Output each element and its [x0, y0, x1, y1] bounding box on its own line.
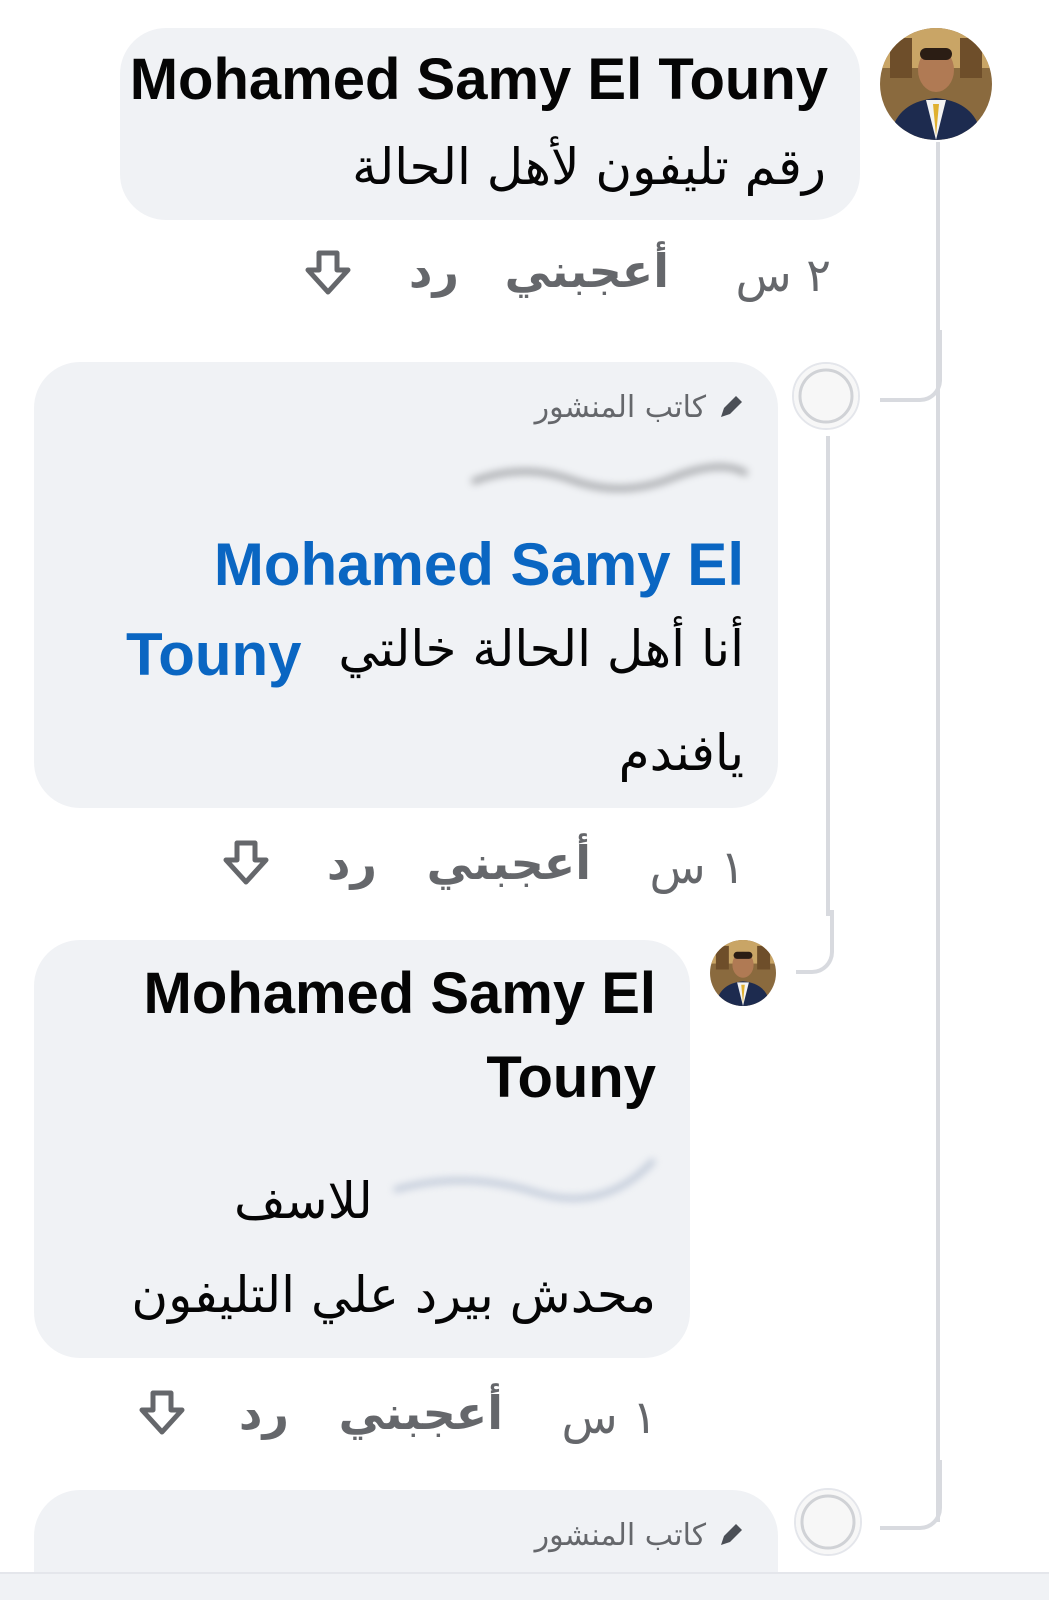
avatar[interactable]	[710, 940, 776, 1006]
avatar[interactable]	[880, 28, 992, 140]
comment-text: أنا أهل الحالة خالتي	[338, 620, 744, 678]
downvote-arrow-icon[interactable]	[304, 248, 352, 304]
comment-text: يافندم	[618, 724, 744, 782]
like-button[interactable]: أعجبني	[339, 1386, 503, 1440]
thread-line-sub	[826, 436, 830, 916]
thread-connector-reply-2	[880, 1460, 942, 1530]
bottom-bar	[0, 1572, 1049, 1600]
comment-author[interactable]: Touny	[486, 1044, 656, 1111]
reply-button[interactable]: رد	[327, 836, 377, 890]
mention-link[interactable]: Mohamed Samy El	[214, 530, 744, 599]
like-button[interactable]: أعجبني	[505, 244, 669, 298]
comment-timestamp[interactable]: ٢ س	[736, 248, 832, 302]
avatar[interactable]	[794, 1488, 862, 1556]
reply-button[interactable]: رد	[409, 244, 459, 298]
pencil-icon	[716, 392, 746, 426]
comment-bubble: كاتب المنشور Mohamed Samy El أنا أهل الح…	[34, 362, 778, 808]
reply-button[interactable]: رد	[239, 1386, 289, 1440]
comment-timestamp[interactable]: ١ س	[650, 840, 746, 894]
comment-text: محدش بيرد علي التليفون	[131, 1266, 656, 1324]
blank-avatar-icon	[794, 364, 858, 428]
blurred-text	[462, 452, 752, 498]
post-author-badge: كاتب المنشور	[534, 1518, 706, 1553]
thread-connector-reply-1	[880, 330, 942, 402]
comment-author[interactable]: Mohamed Samy El Touny	[130, 46, 828, 113]
blank-avatar-icon	[796, 1490, 860, 1554]
comment-bubble: Mohamed Samy El Touny للاسف محدش بيرد عل…	[34, 940, 690, 1358]
post-author-badge: كاتب المنشور	[534, 390, 706, 425]
mention-link[interactable]: Touny	[126, 620, 302, 689]
profile-photo-icon	[710, 940, 776, 1006]
comment-timestamp[interactable]: ١ س	[562, 1390, 658, 1444]
profile-photo-icon	[880, 28, 992, 140]
thread-connector-nested	[796, 910, 834, 974]
like-button[interactable]: أعجبني	[427, 836, 591, 890]
pencil-icon	[716, 1520, 746, 1554]
downvote-arrow-icon[interactable]	[138, 1388, 186, 1444]
comment-bubble: Mohamed Samy El Touny رقم تليفون لأهل ال…	[120, 28, 860, 220]
comment-text: للاسف	[234, 1172, 373, 1230]
comment-thread: Mohamed Samy El Touny رقم تليفون لأهل ال…	[0, 0, 1049, 1600]
blurred-text	[374, 1140, 664, 1220]
downvote-arrow-icon[interactable]	[222, 838, 270, 894]
comment-author[interactable]: Mohamed Samy El	[144, 960, 656, 1027]
avatar[interactable]	[792, 362, 860, 430]
comment-text: رقم تليفون لأهل الحالة	[352, 138, 826, 196]
